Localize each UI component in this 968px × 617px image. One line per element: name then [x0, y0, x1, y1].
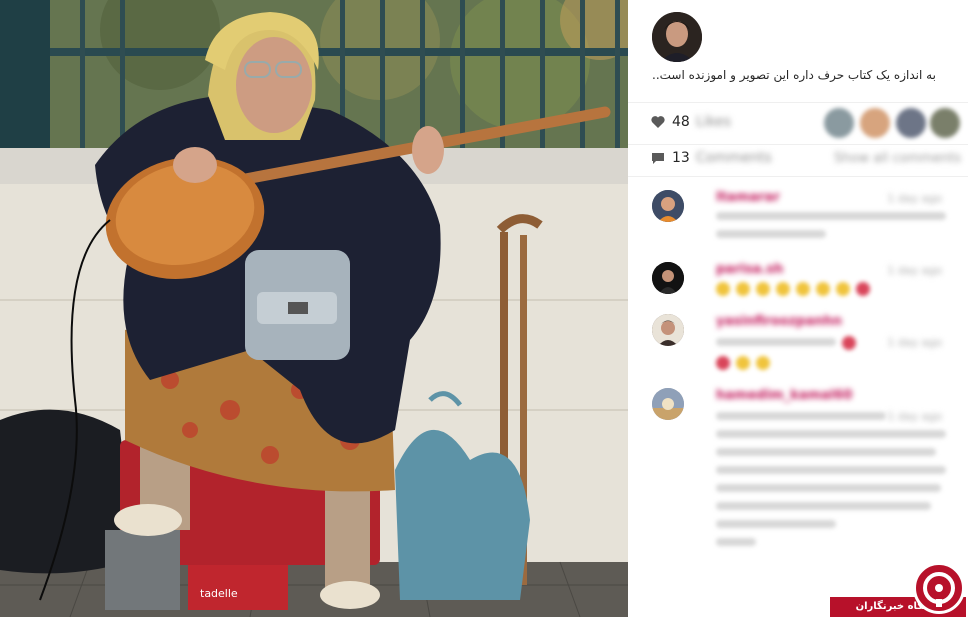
comment-text-blurred: [716, 412, 886, 420]
emoji: [856, 282, 870, 296]
emoji: [776, 282, 790, 296]
emoji: [836, 282, 850, 296]
emoji: [736, 282, 750, 296]
comment-time: 1 day ago: [887, 264, 942, 277]
commenter-avatar-image: [652, 262, 684, 294]
commenter-avatar[interactable]: [652, 388, 684, 420]
comment-item: parisa.sh 1 day ago: [652, 262, 952, 302]
photo-illustration: tadelle: [0, 0, 628, 617]
likes-label: Likes: [695, 114, 732, 130]
commenter-avatar-image: [652, 314, 684, 346]
comment-username[interactable]: hamedim_kamal60: [716, 388, 852, 403]
comment-time: 1 day ago: [887, 192, 942, 205]
emoji: [716, 356, 730, 370]
emoji: [716, 282, 730, 296]
comment-text-blurred: [716, 502, 931, 510]
emoji: [736, 356, 750, 370]
emoji: [842, 336, 856, 350]
comment-username[interactable]: Itamarar: [716, 190, 780, 205]
comment-item: hamedim_kamal60 1 day ago: [652, 388, 952, 548]
commenter-avatar[interactable]: [652, 314, 684, 346]
comment-text-blurred: [716, 338, 836, 346]
show-all-comments-link[interactable]: Show all comments: [834, 151, 961, 166]
divider-stats: [628, 144, 968, 145]
liker-avatar[interactable]: [860, 108, 890, 138]
liker-avatar[interactable]: [930, 108, 960, 138]
liker-avatar[interactable]: [896, 108, 926, 138]
comment-icon: [652, 153, 664, 164]
commenter-avatar-image: [652, 388, 684, 420]
comment-username[interactable]: yasinfiroozpanhn: [716, 314, 842, 329]
comment-text-blurred: [716, 466, 946, 474]
comment-time: 1 day ago: [887, 336, 942, 349]
watermark-emblem-icon: [923, 572, 955, 607]
heart-icon: [651, 116, 665, 128]
comment-text-blurred: [716, 484, 941, 492]
divider-top: [628, 102, 968, 103]
comment-time: 1 day ago: [887, 410, 942, 423]
emoji: [796, 282, 810, 296]
comments-count: 13: [672, 150, 690, 166]
comment-text-blurred: [716, 538, 756, 546]
likes-stat[interactable]: 48 Likes: [650, 114, 731, 130]
comment-text-blurred: [716, 520, 836, 528]
author-avatar[interactable]: [652, 12, 702, 62]
commenter-avatar[interactable]: [652, 190, 684, 222]
watermark-logo: باشگاه خبرنگاران: [830, 560, 968, 617]
post-caption: به اندازه یک کتاب حرف داره این تصویر و ا…: [652, 68, 936, 82]
emoji: [756, 282, 770, 296]
comment-text-blurred: [716, 212, 946, 220]
comment-text-blurred: [716, 430, 946, 438]
emoji: [816, 282, 830, 296]
comment-username[interactable]: parisa.sh: [716, 262, 783, 277]
comment-text-blurred: [716, 230, 826, 238]
comment-item: Itamarar 1 day ago: [652, 190, 952, 250]
comment-text-blurred: [716, 448, 936, 456]
author-avatar-image: [652, 12, 702, 62]
comments-stat[interactable]: 13 Comments: [650, 150, 772, 166]
liker-avatar[interactable]: [824, 108, 854, 138]
post-panel: به اندازه یک کتاب حرف داره این تصویر و ا…: [628, 0, 968, 617]
box-brand-text: tadelle: [200, 587, 238, 600]
commenter-avatar[interactable]: [652, 262, 684, 294]
emoji: [756, 356, 770, 370]
likes-count: 48: [672, 114, 690, 130]
divider-comments: [628, 176, 968, 177]
watermark-emblem: [913, 562, 965, 614]
comments-label: Comments: [695, 150, 772, 166]
commenter-avatar-image: [652, 190, 684, 222]
comment-item: yasinfiroozpanhn 1 day ago: [652, 314, 952, 374]
post-photo[interactable]: tadelle: [0, 0, 628, 617]
